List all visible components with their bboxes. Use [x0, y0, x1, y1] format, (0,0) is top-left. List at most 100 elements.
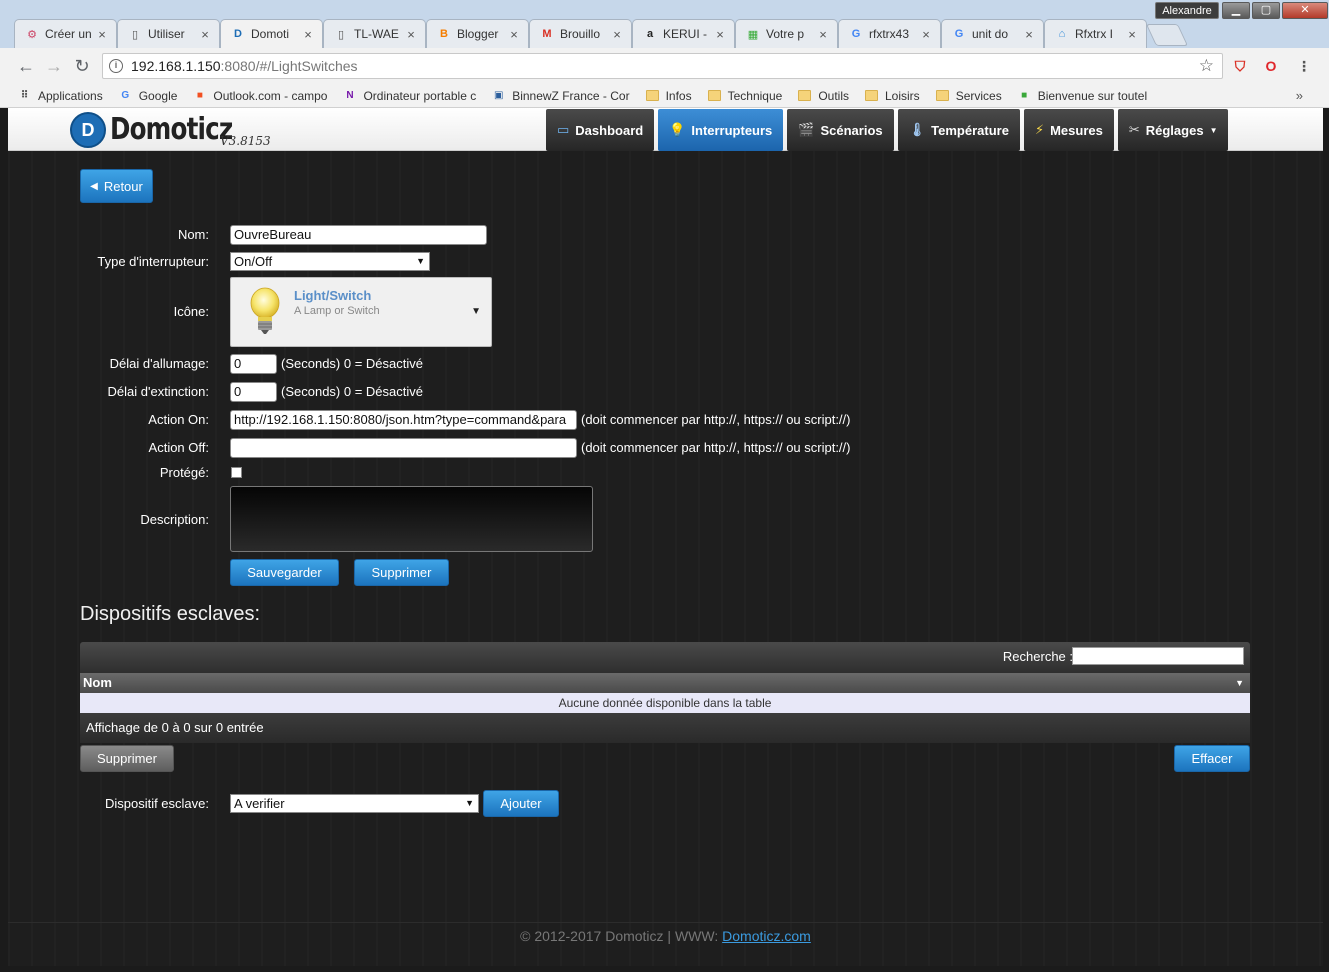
delete-button[interactable]: Supprimer [354, 559, 449, 586]
opera-extension-icon[interactable]: O [1261, 56, 1281, 76]
tab-close-icon[interactable]: × [817, 27, 829, 42]
tab-favicon-icon: ▯ [337, 28, 345, 41]
folder-icon [798, 90, 812, 101]
menu-item-label: Scénarios [820, 122, 883, 138]
tab-label: TL-WAE [354, 27, 399, 41]
maximize-button[interactable]: ▢ [1252, 2, 1280, 19]
tab-favicon-icon: ▯ [131, 28, 139, 41]
ublock-extension-icon[interactable]: ⛉ [1230, 56, 1250, 76]
address-bar[interactable]: i 192.168.1.150:8080/#/LightSwitches ☆ [102, 53, 1223, 79]
menu-item-scenes[interactable]: 🎬 Scénarios [787, 109, 894, 151]
menu-item-utility[interactable]: ⚡ Mesures [1023, 109, 1114, 151]
menu-item-label: Mesures [1050, 122, 1103, 138]
bookmark-item[interactable]: Outils [798, 89, 849, 103]
domoticz-logo[interactable]: D Domoticz V3.8153 [70, 112, 271, 148]
browser-tab[interactable]: ▯ Utiliser × [117, 19, 220, 48]
action-on-input[interactable]: http://192.168.1.150:8080/json.htm?type=… [230, 410, 577, 430]
add-slave-button[interactable]: Ajouter [483, 790, 559, 817]
tab-close-icon[interactable]: × [199, 27, 211, 42]
bookmark-item[interactable]: ■ Outlook.com - campo [193, 89, 328, 103]
tab-favicon-icon: a [646, 28, 654, 40]
menu-item-switches[interactable]: 💡 Interrupteurs [658, 109, 784, 151]
slave-device-select[interactable]: A verifier ▼ [230, 794, 479, 813]
bookmark-item[interactable]: ⠿ Applications [18, 89, 103, 103]
bookmark-label: Infos [665, 88, 692, 103]
folder-icon [707, 90, 721, 101]
bookmark-item[interactable]: Technique [707, 89, 782, 103]
bookmark-label: Loisirs [885, 88, 920, 103]
browser-tab[interactable]: ▦ Votre p × [735, 19, 838, 48]
menu-item-dashboard[interactable]: ▭ Dashboard [546, 109, 655, 151]
tab-close-icon[interactable]: × [714, 27, 726, 42]
tab-label: Rfxtrx I [1075, 27, 1113, 41]
bookmark-item[interactable]: Loisirs [865, 89, 920, 103]
profile-button[interactable]: Alexandre [1155, 2, 1219, 19]
bookmark-item[interactable]: Services [935, 89, 1002, 103]
protected-checkbox[interactable] [231, 467, 242, 478]
menu-item-label: Réglages [1145, 122, 1204, 138]
new-tab-button[interactable] [1145, 24, 1189, 46]
tab-favicon-icon: G [851, 28, 861, 40]
description-textarea[interactable] [230, 486, 593, 552]
tab-close-icon[interactable]: × [405, 27, 417, 42]
icon-select[interactable]: Light/Switch A Lamp or Switch ▼ [230, 277, 492, 347]
browser-tab[interactable]: ⌂ Rfxtrx I × [1044, 19, 1147, 48]
icon-title: Light/Switch [294, 288, 372, 303]
bookmark-item[interactable]: ■ Bienvenue sur toutel [1018, 89, 1147, 103]
on-delay-label: Délai d'allumage: [109, 356, 209, 371]
browser-tab[interactable]: ▯ TL-WAE × [323, 19, 426, 48]
reload-icon[interactable]: ↻ [68, 52, 96, 80]
minimize-button[interactable]: ▁ [1222, 2, 1250, 19]
tab-favicon-icon: ▦ [747, 28, 759, 41]
switch-type-select[interactable]: On/Off ▼ [230, 252, 430, 271]
search-input[interactable] [1072, 647, 1244, 665]
off-delay-input[interactable]: 0 [230, 382, 277, 402]
forward-arrow-icon[interactable]: → [40, 52, 68, 80]
footer-text: © 2012-2017 Domoticz | WWW: [520, 928, 723, 944]
tab-close-icon[interactable]: × [508, 27, 520, 42]
bookmark-item[interactable]: G Google [119, 89, 177, 103]
browser-tab[interactable]: D Domoti × [220, 19, 323, 48]
chrome-menu-icon[interactable]: ⋮ [1294, 56, 1314, 76]
browser-tab[interactable]: Grfxtrx43 × [838, 19, 941, 48]
action-off-input[interactable] [230, 438, 577, 458]
menu-item-settings[interactable]: ✂ Réglages ▼ [1117, 109, 1229, 151]
bookmarks-overflow-icon[interactable]: » [1296, 88, 1303, 103]
browser-tab[interactable]: a KERUI - × [632, 19, 735, 48]
column-header-name[interactable]: Nom ▼ [80, 673, 1250, 693]
footer-divider [8, 922, 1323, 923]
table-toolbar: Recherche : [80, 642, 1250, 673]
close-window-button[interactable]: ✕ [1282, 2, 1328, 19]
browser-tab[interactable]: Gunit do × [941, 19, 1044, 48]
light-bulb-icon [250, 287, 280, 334]
back-button[interactable]: ◀ Retour [80, 169, 153, 203]
bookmark-item[interactable]: Infos [645, 88, 692, 103]
name-input[interactable]: OuvreBureau [230, 225, 487, 245]
browser-tab[interactable]: M Brouillo × [529, 19, 632, 48]
browser-tab[interactable]: B Blogger × [426, 19, 529, 48]
tab-label: Domoti [251, 27, 290, 41]
tab-close-icon[interactable]: × [1126, 27, 1138, 42]
domoticz-page: D Domoticz V3.8153 ▭ Dashboard 💡 Interrupte… [8, 108, 1323, 966]
tab-close-icon[interactable]: × [302, 27, 314, 42]
on-delay-input[interactable]: 0 [230, 354, 277, 374]
bookmark-item[interactable]: N Ordinateur portable c [343, 89, 476, 103]
tab-close-icon[interactable]: × [1023, 27, 1035, 42]
bookmark-item[interactable]: ▣ BinnewZ France - Cor [492, 89, 630, 103]
off-delay-label: Délai d'extinction: [107, 384, 209, 399]
tab-close-icon[interactable]: × [920, 27, 932, 42]
bookmark-star-icon[interactable]: ☆ [1199, 56, 1214, 76]
slave-delete-button[interactable]: Supprimer [80, 745, 174, 772]
tab-close-icon[interactable]: × [611, 27, 623, 42]
info-icon[interactable]: i [109, 59, 123, 73]
column-name-label: Nom [83, 675, 112, 690]
tab-close-icon[interactable]: × [96, 27, 108, 42]
back-arrow-icon[interactable]: ← [12, 52, 40, 80]
slave-clear-button[interactable]: Effacer [1174, 745, 1250, 772]
footer-link[interactable]: Domoticz.com [722, 928, 811, 944]
menu-item-temperature[interactable]: 🌡 Température [897, 109, 1020, 151]
switch-type-label: Type d'interrupteur: [97, 254, 209, 269]
save-button[interactable]: Sauvegarder [230, 559, 339, 586]
browser-tab[interactable]: ⚙ Créer un × [14, 19, 117, 48]
tab-strip: Alexandre ▁ ▢ ✕ ⚙ Créer un × ▯ Utiliser × D Dom… [0, 0, 1329, 48]
